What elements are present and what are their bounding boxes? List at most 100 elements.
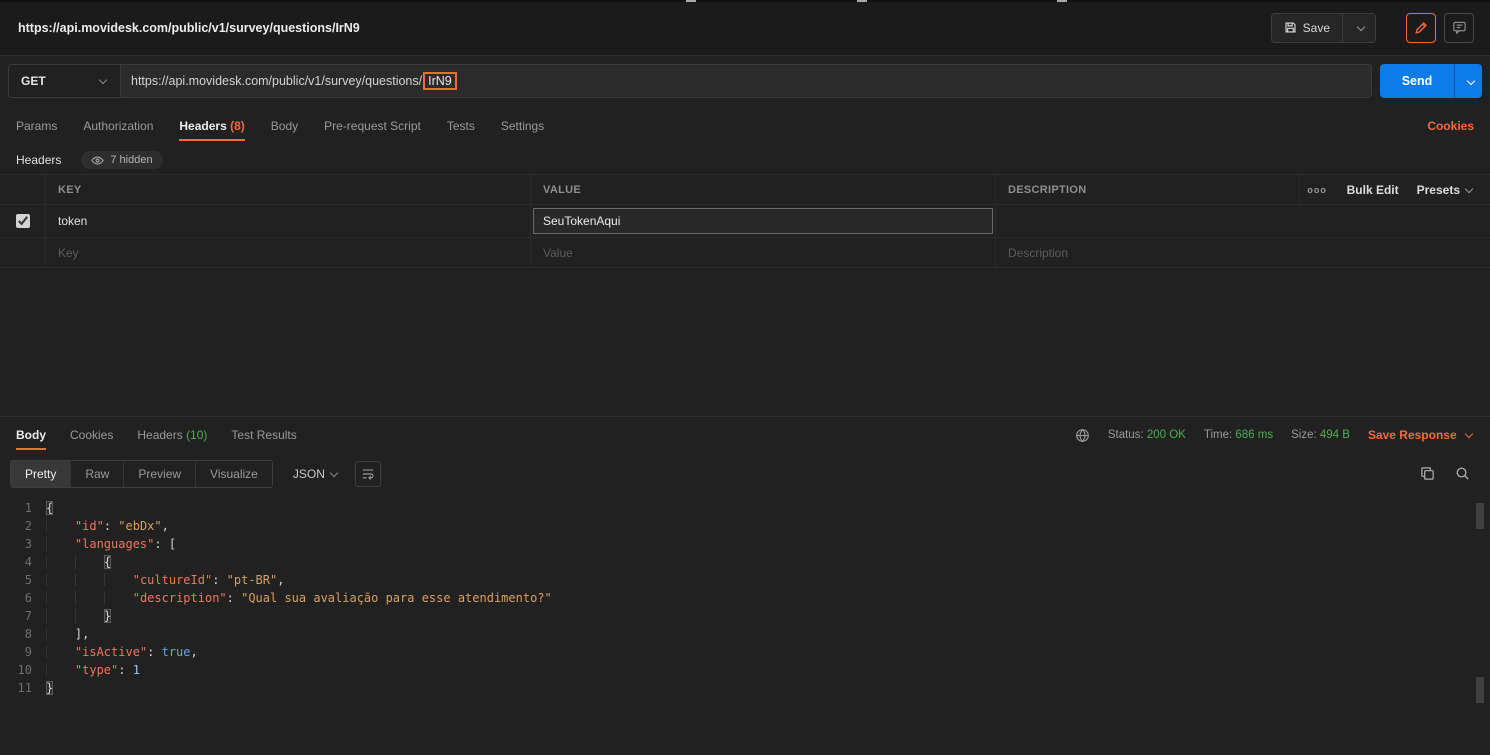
request-url-row: GET https://api.movidesk.com/public/v1/s… (0, 56, 1490, 106)
save-response-label: Save Response (1367, 428, 1457, 442)
tab-headers[interactable]: Headers (8) (179, 107, 246, 145)
code-line: 3 "languages": [ (0, 535, 1490, 553)
row-checkbox[interactable] (15, 214, 30, 228)
request-topbar: https://api.movidesk.com/public/v1/surve… (0, 0, 1490, 56)
header-row-token: token SeuTokenAqui (0, 205, 1490, 238)
value-cell-placeholder[interactable]: Value (530, 238, 995, 267)
format-label: JSON (292, 466, 325, 481)
tab-params[interactable]: Params (16, 107, 57, 145)
key-cell-text: token (58, 214, 88, 228)
save-icon (1285, 22, 1296, 33)
line-number: 1 (24, 501, 32, 515)
value-placeholder-text: Value (543, 245, 573, 260)
response-tabs: Body Cookies Headers (10) Test Results S… (0, 417, 1490, 453)
request-tabs: Params Authorization Headers (8) Body Pr… (0, 106, 1490, 146)
code-line: 1{ (0, 499, 1490, 517)
tab-authorization[interactable]: Authorization (83, 107, 153, 145)
response-code[interactable]: 1{2 "id": "ebDx", 3 "languages": [4 {5 "c… (0, 494, 1490, 749)
key-cell-placeholder[interactable]: Key (45, 238, 530, 267)
column-label-description: DESCRIPTION (1008, 183, 1087, 196)
view-visualize-button[interactable]: Visualize (195, 460, 272, 487)
code-line: 9 "isActive": true, (0, 643, 1490, 661)
value-input[interactable]: SeuTokenAqui (533, 208, 993, 234)
wrap-text-button[interactable] (354, 460, 381, 487)
search-button[interactable] (1455, 466, 1470, 481)
tab-settings[interactable]: Settings (501, 107, 544, 145)
time-label: Time: (1203, 429, 1233, 441)
save-button[interactable]: Save (1272, 14, 1342, 42)
workspace-tab-strip (0, 0, 1490, 2)
tab-test-results[interactable]: Test Results (231, 418, 296, 452)
format-select[interactable]: JSON (293, 467, 339, 481)
key-cell[interactable]: token (45, 205, 530, 237)
line-number: 8 (24, 627, 32, 641)
time-indicator: Time: 686 ms (1204, 429, 1273, 441)
headers-table-header: KEY VALUE DESCRIPTION ooo Bulk Edit Pres… (0, 175, 1490, 205)
comments-icon (1452, 21, 1466, 35)
send-options-button[interactable] (1454, 64, 1482, 98)
placeholder-row: Key Value Description (0, 238, 1490, 268)
send-button[interactable]: Send (1380, 64, 1454, 98)
line-number: 11 (17, 681, 32, 695)
headers-table: KEY VALUE DESCRIPTION ooo Bulk Edit Pres… (0, 174, 1490, 268)
save-options-button[interactable] (1342, 13, 1375, 42)
column-label-key: KEY (58, 183, 82, 196)
code-line: 8 ], (0, 625, 1490, 643)
scrollbar-thumb[interactable] (1476, 677, 1484, 703)
bulk-edit-button[interactable]: Bulk Edit (1335, 175, 1411, 204)
pencil-icon (1415, 21, 1427, 34)
row-checkbox-cell (0, 205, 45, 237)
code-line: 4 { (0, 553, 1490, 571)
description-placeholder-text: Description (1008, 245, 1069, 260)
view-raw-button[interactable]: Raw (70, 460, 123, 487)
chevron-down-icon (329, 468, 339, 477)
description-cell-placeholder[interactable]: Description (995, 238, 1490, 267)
eye-icon (91, 156, 105, 164)
size-label: Size: (1291, 429, 1317, 441)
hidden-headers-toggle[interactable]: 7 hidden (81, 151, 163, 169)
copy-icon (1421, 467, 1434, 480)
description-cell[interactable] (995, 205, 1490, 237)
scrollbar-thumb[interactable] (1476, 503, 1484, 529)
save-response-dropdown[interactable]: Save Response (1368, 428, 1474, 442)
status-value: 200 OK (1146, 429, 1186, 441)
tab-tests[interactable]: Tests (447, 107, 475, 145)
line-number: 9 (24, 645, 32, 659)
postman-app: https://api.movidesk.com/public/v1/surve… (0, 0, 1490, 755)
size-indicator: Size: 494 B (1291, 429, 1350, 441)
more-options-button[interactable]: ooo (1298, 175, 1335, 204)
tab-response-headers[interactable]: Headers (10) (137, 418, 207, 452)
method-select[interactable]: GET (9, 65, 121, 97)
view-pretty-button[interactable]: Pretty (11, 460, 71, 487)
line-number: 6 (24, 591, 32, 605)
url-input[interactable]: https://api.movidesk.com/public/v1/surve… (121, 65, 1371, 97)
tab-prerequest-script[interactable]: Pre-request Script (324, 107, 421, 145)
save-split-button: Save (1270, 12, 1376, 43)
code-line: 7 } (0, 607, 1490, 625)
send-split-button: Send (1380, 64, 1482, 98)
presets-dropdown[interactable]: Presets (1411, 175, 1490, 204)
headers-meta-row: Headers 7 hidden (0, 146, 1490, 174)
cookies-link[interactable]: Cookies (1427, 119, 1474, 133)
line-number: 10 (17, 663, 32, 677)
view-mode-group: Pretty Raw Preview Visualize (10, 459, 273, 488)
hidden-headers-label: 7 hidden (110, 154, 153, 166)
line-number: 7 (24, 609, 32, 623)
response-meta: Status: 200 OK Time: 686 ms Size: 494 B … (1075, 428, 1474, 443)
edit-button[interactable] (1406, 12, 1436, 43)
network-info-button[interactable] (1075, 428, 1090, 443)
code-line: 5 "cultureId": "pt-BR", (0, 571, 1490, 589)
tab-response-body[interactable]: Body (16, 418, 46, 452)
line-number: 2 (24, 519, 32, 533)
search-icon (1456, 467, 1469, 480)
tab-body[interactable]: Body (271, 107, 298, 145)
chevron-down-icon (1464, 429, 1474, 439)
tab-separator (1057, 0, 1067, 2)
column-label-value: VALUE (543, 183, 581, 196)
response-toolbar-right (1420, 466, 1470, 481)
copy-button[interactable] (1420, 466, 1435, 481)
view-preview-button[interactable]: Preview (123, 460, 195, 487)
comments-button[interactable] (1444, 12, 1474, 43)
save-button-label: Save (1302, 20, 1330, 35)
tab-response-cookies[interactable]: Cookies (70, 418, 113, 452)
